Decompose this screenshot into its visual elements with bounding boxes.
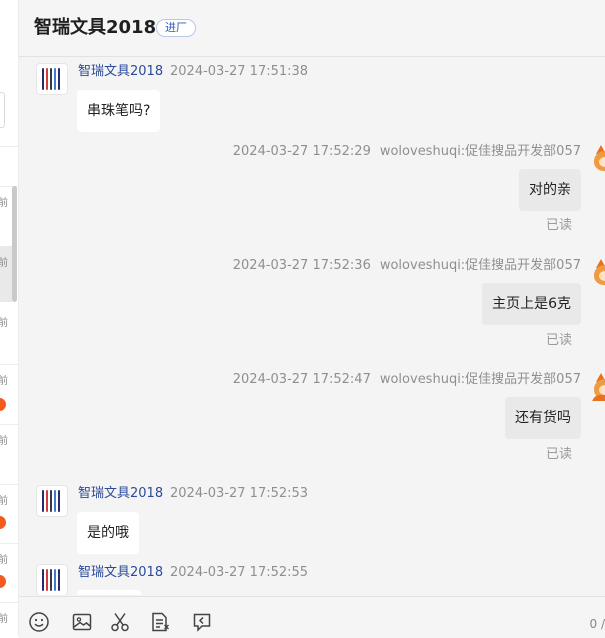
my-avatar[interactable] bbox=[592, 143, 605, 173]
unread-badge bbox=[0, 398, 6, 411]
sender-name[interactable]: woloveshuqi:促佳搜品开发部057 bbox=[380, 144, 581, 159]
message-time: 2024-03-27 17:52:53 bbox=[170, 486, 308, 502]
chat-panel: 智瑞文具2018 进厂 智瑞文具2018 2024-03-27 17:51:38… bbox=[19, 0, 605, 637]
message-meta: 2024-03-27 17:52:36 woloveshuqi:促佳搜品开发部05… bbox=[233, 258, 581, 274]
sender-name[interactable]: woloveshuqi:促佳搜品开发部057 bbox=[380, 258, 581, 273]
sender-name[interactable]: 智瑞文具2018 bbox=[78, 486, 163, 502]
image-icon[interactable] bbox=[71, 611, 93, 633]
conversation-item[interactable]: 前 bbox=[0, 426, 12, 482]
conversation-item-active[interactable]: 前 bbox=[0, 246, 12, 302]
divider bbox=[0, 602, 18, 603]
sender-name[interactable]: woloveshuqi:促佳搜品开发部057 bbox=[380, 372, 581, 387]
list-scrollbar[interactable] bbox=[12, 186, 17, 302]
divider bbox=[0, 543, 18, 544]
message-bubble[interactable]: 主页上是6克 bbox=[482, 283, 581, 325]
chat-header: 智瑞文具2018 进厂 bbox=[19, 0, 605, 57]
conversation-list: 前 前 前 前 前 前 前 前 bbox=[0, 0, 19, 637]
history-icon[interactable] bbox=[191, 611, 213, 633]
message-time: 2024-03-27 17:52:47 bbox=[233, 372, 371, 387]
conversation-item[interactable]: 前 bbox=[0, 366, 12, 422]
scissors-icon[interactable] bbox=[109, 611, 131, 633]
conversation-time: 前 bbox=[0, 436, 8, 448]
conversation-item[interactable]: 前 bbox=[0, 186, 12, 242]
contact-avatar[interactable] bbox=[36, 564, 68, 595]
message-time: 2024-03-27 17:52:29 bbox=[233, 144, 371, 159]
message-meta: 2024-03-27 17:52:47 woloveshuqi:促佳搜品开发部05… bbox=[233, 372, 581, 388]
message-bubble[interactable]: 是的哦 bbox=[77, 512, 139, 554]
conversation-time: 前 bbox=[0, 496, 8, 508]
divider bbox=[0, 146, 18, 147]
conversation-item[interactable]: 前 bbox=[0, 545, 12, 601]
char-count: 0 / bbox=[590, 617, 605, 631]
my-avatar[interactable] bbox=[592, 257, 605, 287]
message-bubble[interactable] bbox=[77, 590, 141, 595]
document-icon[interactable] bbox=[149, 611, 171, 633]
contact-avatar[interactable] bbox=[36, 63, 68, 95]
conversation-item[interactable]: 前 bbox=[0, 306, 12, 362]
message-time: 2024-03-27 17:52:55 bbox=[170, 565, 308, 581]
divider bbox=[0, 484, 18, 485]
input-toolbar: 0 / bbox=[19, 596, 605, 638]
sender-name[interactable]: 智瑞文具2018 bbox=[78, 64, 163, 80]
divider bbox=[0, 424, 18, 425]
sender-name[interactable]: 智瑞文具2018 bbox=[78, 565, 163, 581]
contact-tag-badge[interactable]: 进厂 bbox=[156, 19, 196, 37]
contact-avatar[interactable] bbox=[36, 485, 68, 517]
conversation-time: 前 bbox=[0, 258, 8, 270]
conversation-item[interactable]: 前 bbox=[0, 486, 12, 542]
divider bbox=[0, 364, 18, 365]
conversation-time: 前 bbox=[0, 555, 8, 567]
unread-badge bbox=[0, 575, 6, 588]
read-status: 已读 bbox=[546, 333, 572, 349]
read-status: 已读 bbox=[546, 218, 572, 234]
conversation-time: 前 bbox=[0, 376, 8, 388]
conversation-time: 前 bbox=[0, 198, 8, 210]
message-time: 2024-03-27 17:51:38 bbox=[170, 64, 308, 80]
message-bubble[interactable]: 还有货吗 bbox=[505, 397, 581, 439]
message-meta: 2024-03-27 17:52:29 woloveshuqi:促佳搜品开发部05… bbox=[233, 144, 581, 160]
conversation-time: 前 bbox=[0, 614, 8, 626]
message-bubble[interactable]: 串珠笔吗? bbox=[77, 90, 160, 132]
message-list: 智瑞文具2018 2024-03-27 17:51:38 串珠笔吗? 2024-… bbox=[19, 57, 605, 595]
unread-badge bbox=[0, 516, 6, 529]
message-bubble[interactable]: 对的亲 bbox=[519, 169, 581, 211]
emoji-icon[interactable] bbox=[28, 611, 50, 633]
search-input[interactable] bbox=[0, 92, 5, 128]
conversation-item[interactable]: 前 bbox=[0, 604, 12, 637]
conversation-time: 前 bbox=[0, 318, 8, 330]
read-status: 已读 bbox=[546, 447, 572, 463]
chat-title: 智瑞文具2018 bbox=[34, 17, 156, 39]
message-time: 2024-03-27 17:52:36 bbox=[233, 258, 371, 273]
my-avatar[interactable] bbox=[592, 371, 605, 401]
